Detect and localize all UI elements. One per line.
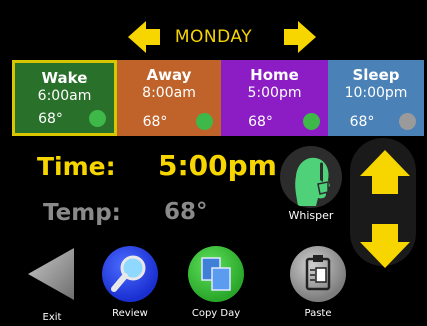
period-time: 10:00pm bbox=[344, 85, 408, 101]
period-time: 6:00am bbox=[37, 88, 92, 104]
period-time: 5:00pm bbox=[247, 85, 302, 101]
copy-day-button[interactable]: Copy Day bbox=[182, 246, 250, 319]
decrease-arrow-icon[interactable] bbox=[360, 222, 410, 268]
copy-day-label: Copy Day bbox=[191, 308, 241, 319]
whisper-label: Whisper bbox=[288, 209, 334, 222]
time-value[interactable]: 5:00pm bbox=[158, 149, 277, 182]
period-sleep[interactable]: Sleep 10:00pm 68° bbox=[328, 60, 424, 136]
period-home[interactable]: Home 5:00pm 68° bbox=[221, 60, 328, 136]
exit-label: Exit bbox=[42, 312, 62, 323]
period-name: Wake bbox=[41, 69, 88, 87]
day-label: MONDAY bbox=[174, 27, 253, 47]
status-dot-icon bbox=[196, 113, 213, 130]
period-wake[interactable]: Wake 6:00am 68° bbox=[12, 60, 117, 136]
period-temp: 68° bbox=[248, 114, 273, 130]
copy-icon bbox=[188, 246, 244, 302]
exit-button[interactable]: Exit bbox=[18, 246, 86, 323]
review-button[interactable]: Review bbox=[96, 246, 164, 319]
schedule-periods: Wake 6:00am 68° Away 8:00am 68° Home 5:0… bbox=[12, 60, 424, 136]
increase-arrow-icon[interactable] bbox=[360, 150, 410, 196]
temp-value[interactable]: 68° bbox=[164, 199, 208, 225]
period-name: Home bbox=[250, 66, 299, 84]
review-label: Review bbox=[112, 308, 148, 319]
period-temp: 68° bbox=[349, 114, 375, 130]
day-selector: MONDAY bbox=[0, 20, 427, 56]
status-dot-icon bbox=[303, 113, 320, 130]
time-label: Time: bbox=[37, 152, 116, 181]
magnifier-icon bbox=[102, 246, 158, 302]
period-time: 8:00am bbox=[142, 85, 196, 101]
period-name: Away bbox=[146, 66, 192, 84]
status-dot-icon bbox=[399, 113, 416, 130]
period-temp: 68° bbox=[38, 111, 63, 127]
temp-label: Temp: bbox=[43, 200, 121, 226]
paste-label: Paste bbox=[304, 308, 332, 319]
status-dot-icon bbox=[89, 110, 106, 127]
clipboard-icon bbox=[290, 246, 346, 302]
whisper-button[interactable]: Whisper bbox=[280, 146, 342, 230]
period-away[interactable]: Away 8:00am 68° bbox=[117, 60, 221, 136]
back-triangle-icon bbox=[28, 248, 74, 300]
paste-button[interactable]: Paste bbox=[284, 246, 352, 319]
period-name: Sleep bbox=[352, 66, 400, 84]
period-temp: 68° bbox=[142, 114, 168, 130]
whisper-face-icon bbox=[280, 146, 342, 208]
next-day-arrow-icon[interactable] bbox=[282, 20, 316, 54]
